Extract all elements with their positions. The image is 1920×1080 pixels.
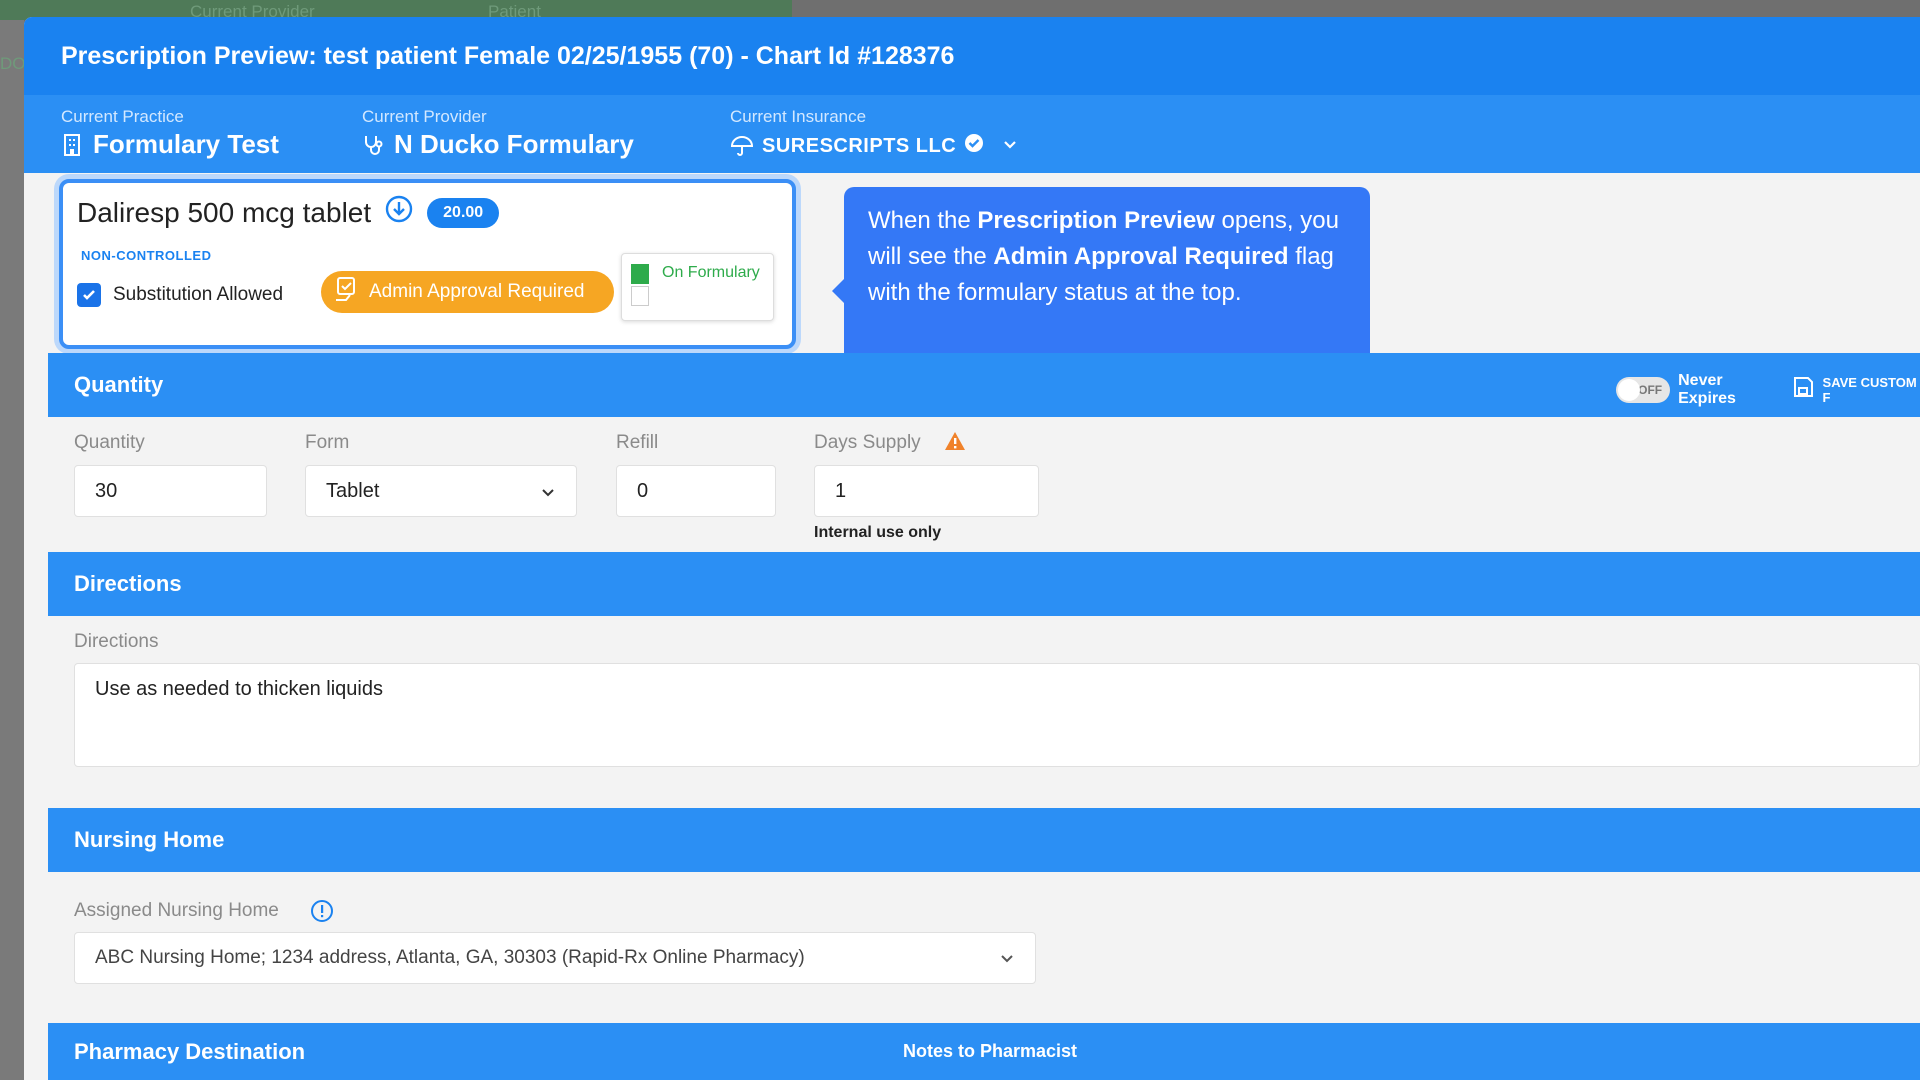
warning-icon — [944, 430, 966, 457]
formulary-bar-filled — [631, 264, 649, 284]
nursing-home-section-title: Nursing Home — [74, 827, 225, 852]
never-expires-control[interactable]: OFF Never Expires SAVE CUSTOM F — [1616, 372, 1920, 408]
schedule-label: NON-CONTROLLED — [81, 248, 212, 263]
days-supply-input[interactable]: 1 — [814, 465, 1039, 517]
never-expires-toggle[interactable]: OFF — [1616, 377, 1671, 403]
guide-tooltip: When the Prescription Preview opens, you… — [832, 187, 1370, 370]
notes-to-pharmacist-label: Notes to Pharmacist — [903, 1041, 1078, 1061]
umbrella-icon — [730, 134, 754, 158]
pharmacy-destination-section-header: Pharmacy Destination Notes to Pharmacist — [48, 1023, 1920, 1080]
current-provider-value-row: N Ducko Formulary — [362, 129, 634, 160]
verified-check-icon — [964, 133, 984, 159]
quantity-section-title: Quantity — [74, 372, 164, 397]
refill-label: Refill — [616, 432, 659, 453]
background-side-text: DO — [0, 54, 26, 73]
current-insurance[interactable]: Current Insurance SURESCRIPTS LLC — [730, 107, 1018, 159]
save-custom-button[interactable]: SAVE CUSTOM F — [1823, 375, 1920, 405]
form-select-value: Tablet — [326, 479, 380, 502]
chevron-down-icon — [540, 483, 556, 506]
substitution-allowed[interactable]: Substitution Allowed — [77, 283, 283, 307]
current-insurance-label: Current Insurance — [730, 107, 867, 126]
formulary-bar-empty — [631, 286, 649, 306]
toggle-state: OFF — [1638, 383, 1663, 397]
info-icon[interactable] — [310, 899, 334, 928]
save-icon[interactable] — [1791, 375, 1815, 405]
admin-approval-flag[interactable]: Admin Approval Required — [321, 271, 614, 313]
substitution-label: Substitution Allowed — [113, 284, 284, 305]
medication-name-row: Daliresp 500 mcg tablet 20.00 — [77, 195, 500, 230]
stethoscope-icon — [362, 133, 386, 157]
chevron-down-icon[interactable] — [1002, 135, 1018, 158]
never-expires-label: Never Expires — [1678, 372, 1736, 407]
background-sidebar: DO — [0, 20, 26, 1080]
quantity-input[interactable]: 30 — [74, 465, 267, 517]
medication-name: Daliresp 500 mcg tablet — [77, 196, 372, 228]
toggle-knob — [1618, 379, 1640, 401]
current-provider: Current Provider N Ducko Formulary — [362, 107, 634, 160]
chevron-down-icon — [999, 950, 1015, 972]
context-bar: Current Practice Formulary Test Current … — [24, 95, 1920, 173]
directions-textarea[interactable]: Use as needed to thicken liquids — [74, 663, 1920, 767]
directions-text: Use as needed to thicken liquids — [95, 678, 383, 700]
quantity-label: Quantity — [74, 432, 145, 453]
tooltip-text: When the — [868, 207, 978, 234]
form-select[interactable]: Tablet — [305, 465, 577, 517]
prescription-preview-modal: Prescription Preview: test patient Femal… — [24, 17, 1920, 1080]
formulary-status-label: On Formulary — [662, 264, 760, 281]
price-badge: 20.00 — [427, 197, 500, 228]
directions-section-title: Directions — [74, 571, 182, 596]
pharmacy-destination-title: Pharmacy Destination — [74, 1038, 306, 1064]
nursing-home-select[interactable]: ABC Nursing Home; 1234 address, Atlanta,… — [74, 932, 1036, 984]
nursing-home-section-header: Nursing Home — [48, 808, 1920, 872]
building-icon — [61, 133, 85, 157]
medication-card: Daliresp 500 mcg tablet 20.00 NON-CONTRO… — [59, 179, 796, 349]
days-supply-label: Days Supply — [814, 432, 921, 453]
download-icon[interactable] — [385, 195, 413, 230]
current-practice-value: Formulary Test — [93, 129, 279, 159]
assigned-nursing-home-label: Assigned Nursing Home — [74, 900, 279, 921]
internal-use-note: Internal use only — [814, 524, 942, 541]
current-insurance-value-row[interactable]: SURESCRIPTS LLC — [730, 133, 1018, 159]
formulary-status: On Formulary — [621, 253, 774, 321]
nursing-home-value: ABC Nursing Home; 1234 address, Atlanta,… — [95, 947, 805, 968]
modal-title: Prescription Preview: test patient Femal… — [61, 41, 955, 70]
current-insurance-value: SURESCRIPTS LLC — [762, 134, 957, 157]
tooltip-bold: Prescription Preview — [977, 207, 1215, 234]
current-practice-label: Current Practice — [61, 107, 184, 126]
refill-input[interactable]: 0 — [616, 465, 776, 517]
directions-label: Directions — [74, 631, 159, 652]
admin-approval-label: Admin Approval Required — [369, 281, 585, 302]
substitution-checkbox[interactable] — [77, 283, 101, 307]
tooltip-bold: Admin Approval Required — [993, 243, 1289, 270]
modal-header: Prescription Preview: test patient Femal… — [24, 17, 1920, 95]
quantity-section-header: Quantity OFF Never Expires SAVE CUSTOM F — [48, 353, 1920, 417]
directions-section-header: Directions — [48, 552, 1920, 616]
current-provider-label: Current Provider — [362, 107, 487, 126]
current-provider-value: N Ducko Formulary — [394, 129, 634, 159]
form-label: Form — [305, 432, 350, 453]
current-practice-value-row: Formulary Test — [61, 129, 279, 160]
approval-icon — [333, 275, 361, 309]
current-practice: Current Practice Formulary Test — [61, 107, 279, 160]
